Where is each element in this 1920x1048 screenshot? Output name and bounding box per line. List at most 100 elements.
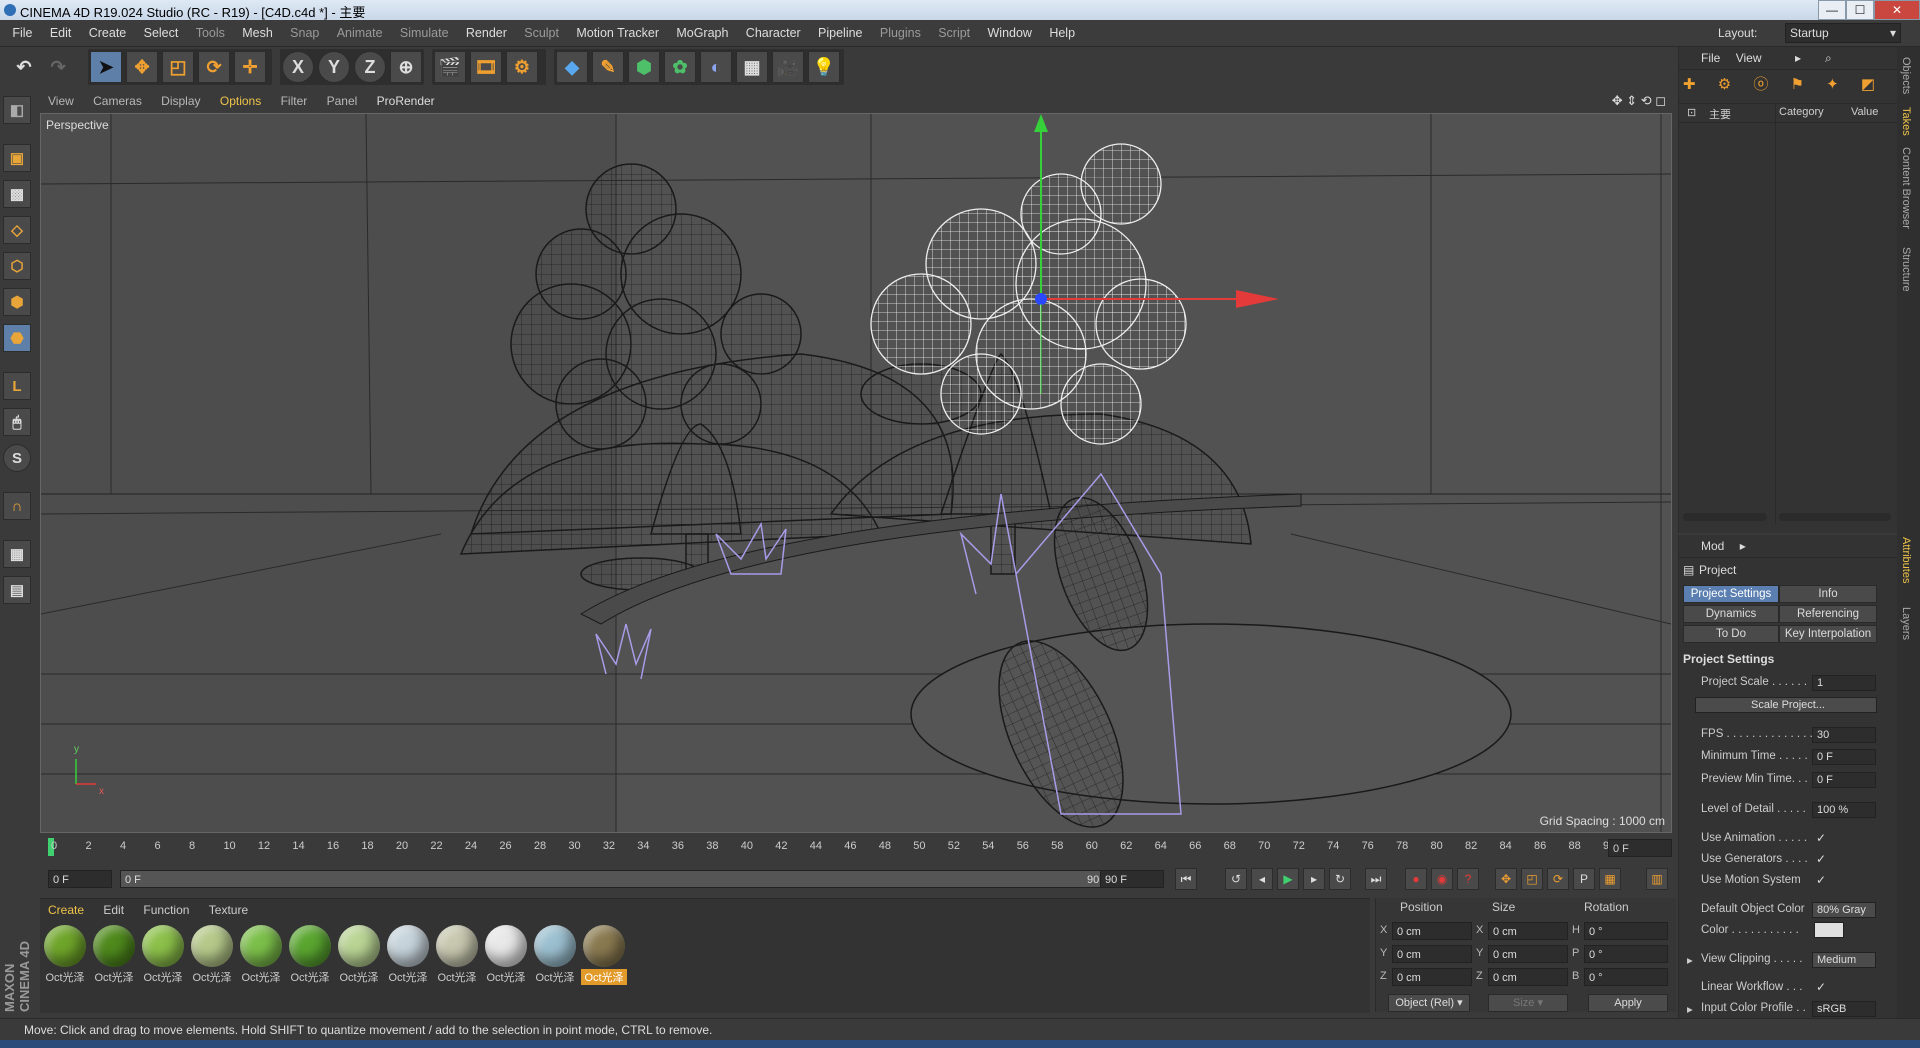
use-motion-checkbox[interactable]: ✓ <box>1816 873 1826 887</box>
pos-y-field[interactable]: 0 cm <box>1392 945 1472 963</box>
min-time-field[interactable]: 0 F <box>1812 749 1876 765</box>
attributes-menu-more-icon[interactable]: ▸ <box>1734 535 1752 557</box>
side-tab-layers[interactable]: Layers <box>1900 607 1912 640</box>
material-item[interactable]: Oct光泽 <box>336 925 382 985</box>
project-scale-field[interactable]: 1 <box>1812 675 1876 691</box>
menu-window[interactable]: Window <box>981 20 1039 46</box>
viewport-menu-view[interactable]: View <box>40 91 82 111</box>
undo-icon[interactable]: ↶ <box>8 51 40 83</box>
material-menu-function[interactable]: Function <box>135 899 197 921</box>
menu-edit[interactable]: Edit <box>43 20 79 46</box>
material-menu-create[interactable]: Create <box>40 899 92 921</box>
prev-key-icon[interactable]: ↺ <box>1225 868 1247 890</box>
material-item[interactable]: Oct光泽 <box>189 925 235 985</box>
viewport-menu-filter[interactable]: Filter <box>273 91 316 111</box>
keyframe-selection-icon[interactable]: ? <box>1457 868 1479 890</box>
default-color-dropdown[interactable]: 80% Gray <box>1812 902 1876 918</box>
material-item[interactable]: Oct光泽 <box>483 925 529 985</box>
floor-icon[interactable]: ▦ <box>736 51 768 83</box>
objects-hscroll-2[interactable] <box>1779 513 1891 521</box>
size-x-field[interactable]: 0 cm <box>1488 922 1568 940</box>
take-name[interactable]: 主要 <box>1709 106 1731 122</box>
solo-mode-icon[interactable]: S <box>3 444 31 472</box>
material-item[interactable]: Oct光泽 <box>140 925 186 985</box>
side-tab-objects[interactable]: Objects <box>1900 57 1912 94</box>
cloner-icon[interactable]: ✿ <box>664 51 696 83</box>
tab-project-settings[interactable]: Project Settings <box>1683 585 1779 603</box>
pen-spline-icon[interactable]: ✎ <box>592 51 624 83</box>
scale-project-button[interactable]: Scale Project... <box>1695 697 1877 713</box>
key-scale-icon[interactable]: ◰ <box>1521 868 1543 890</box>
view-clipping-expand-icon[interactable]: ▸ <box>1687 953 1693 967</box>
end-frame-field[interactable]: 90 F <box>1100 870 1164 888</box>
side-tab-content-browser[interactable]: Content Browser <box>1900 147 1912 229</box>
material-item[interactable]: Oct光泽 <box>385 925 431 985</box>
goto-start-icon[interactable]: ⏮ <box>1175 868 1197 890</box>
pos-x-field[interactable]: 0 cm <box>1392 922 1472 940</box>
category-column[interactable]: Category <box>1779 106 1824 118</box>
menu-create[interactable]: Create <box>82 20 134 46</box>
menu-mograph[interactable]: MoGraph <box>669 20 735 46</box>
objects-menu-more-icon[interactable]: ▸ <box>1789 47 1807 69</box>
range-slider[interactable]: 0 F 90 F <box>120 870 1128 888</box>
objects-toolbar-icons[interactable]: ✚ ⚙ ⓞ ⚑ ✦ ◩ <box>1683 73 1884 99</box>
viewport-nav-icons[interactable]: ✥ ⇕ ⟲ ◻ <box>1612 93 1666 109</box>
edges-mode-icon[interactable]: ⬢ <box>3 288 31 316</box>
model-mode-icon[interactable]: ▣ <box>3 144 31 172</box>
z-axis-lock[interactable]: Z <box>354 51 386 83</box>
redo-icon[interactable]: ↷ <box>42 51 74 83</box>
light-icon[interactable]: 💡 <box>808 51 840 83</box>
recent-tool-icon[interactable]: ✛ <box>234 51 266 83</box>
start-frame-field[interactable]: 0 F <box>48 870 112 888</box>
menu-character[interactable]: Character <box>739 20 808 46</box>
layout-dropdown[interactable]: Startup ▾ <box>1785 23 1901 43</box>
use-animation-checkbox[interactable]: ✓ <box>1816 831 1826 845</box>
tab-dynamics[interactable]: Dynamics <box>1683 605 1779 623</box>
viewport-menu-panel[interactable]: Panel <box>319 91 366 111</box>
menu-pipeline[interactable]: Pipeline <box>811 20 869 46</box>
viewport-menu-prorender[interactable]: ProRender <box>369 91 443 111</box>
value-column[interactable]: Value <box>1851 106 1878 118</box>
key-position-icon[interactable]: ✥ <box>1495 868 1517 890</box>
key-pla-icon[interactable]: ▦ <box>1599 868 1621 890</box>
axis-mode-icon[interactable]: L <box>3 372 31 400</box>
close-button[interactable]: ✕ <box>1874 0 1920 20</box>
tab-key-interpolation[interactable]: Key Interpolation <box>1779 625 1877 643</box>
polygons-mode-icon[interactable]: ⬣ <box>3 324 31 352</box>
view-clipping-dropdown[interactable]: Medium <box>1812 952 1876 968</box>
edit-render-settings-icon[interactable]: ⚙ <box>506 51 538 83</box>
material-item[interactable]: Oct光泽 <box>287 925 333 985</box>
snap-icon[interactable]: ∩ <box>3 492 31 520</box>
use-generators-checkbox[interactable]: ✓ <box>1816 852 1826 866</box>
material-item[interactable]: Oct光泽 <box>581 925 627 985</box>
side-tab-attributes[interactable]: Attributes <box>1900 537 1912 583</box>
current-frame-field[interactable]: 0 F <box>1608 839 1672 857</box>
viewport-menu-options[interactable]: Options <box>212 91 269 111</box>
subdivision-icon[interactable]: ⬢ <box>628 51 660 83</box>
menu-select[interactable]: Select <box>137 20 186 46</box>
objects-menu-view[interactable]: View <box>1730 47 1768 69</box>
menu-plugins[interactable]: Plugins <box>873 20 928 46</box>
objects-hscroll[interactable] <box>1683 513 1767 521</box>
workplane-icon[interactable]: ◇ <box>3 216 31 244</box>
material-item[interactable]: Oct光泽 <box>532 925 578 985</box>
material-menu-edit[interactable]: Edit <box>95 899 132 921</box>
tab-referencing[interactable]: Referencing <box>1779 605 1877 623</box>
viewport-3d[interactable]: Perspective y x Grid Spacing : 1000 cm <box>40 113 1672 833</box>
workplane-lock-icon[interactable]: ▦ <box>3 540 31 568</box>
menu-animate[interactable]: Animate <box>330 20 390 46</box>
points-mode-icon[interactable]: ⬡ <box>3 252 31 280</box>
menu-motion-tracker[interactable]: Motion Tracker <box>569 20 666 46</box>
cube-primitive-icon[interactable]: ◆ <box>556 51 588 83</box>
tab-to-do[interactable]: To Do <box>1683 625 1779 643</box>
menu-mesh[interactable]: Mesh <box>235 20 280 46</box>
rot-p-field[interactable]: 0 ° <box>1584 945 1668 963</box>
fps-field[interactable]: 30 <box>1812 727 1876 743</box>
live-select-icon[interactable]: ➤ <box>90 51 122 83</box>
input-color-field[interactable]: sRGB <box>1812 1001 1876 1017</box>
texture-mode-icon[interactable]: ▩ <box>3 180 31 208</box>
material-menu-texture[interactable]: Texture <box>201 899 256 921</box>
scale-icon[interactable]: ◰ <box>162 51 194 83</box>
menu-tools[interactable]: Tools <box>189 20 232 46</box>
autokey-icon[interactable]: ◉ <box>1431 868 1453 890</box>
